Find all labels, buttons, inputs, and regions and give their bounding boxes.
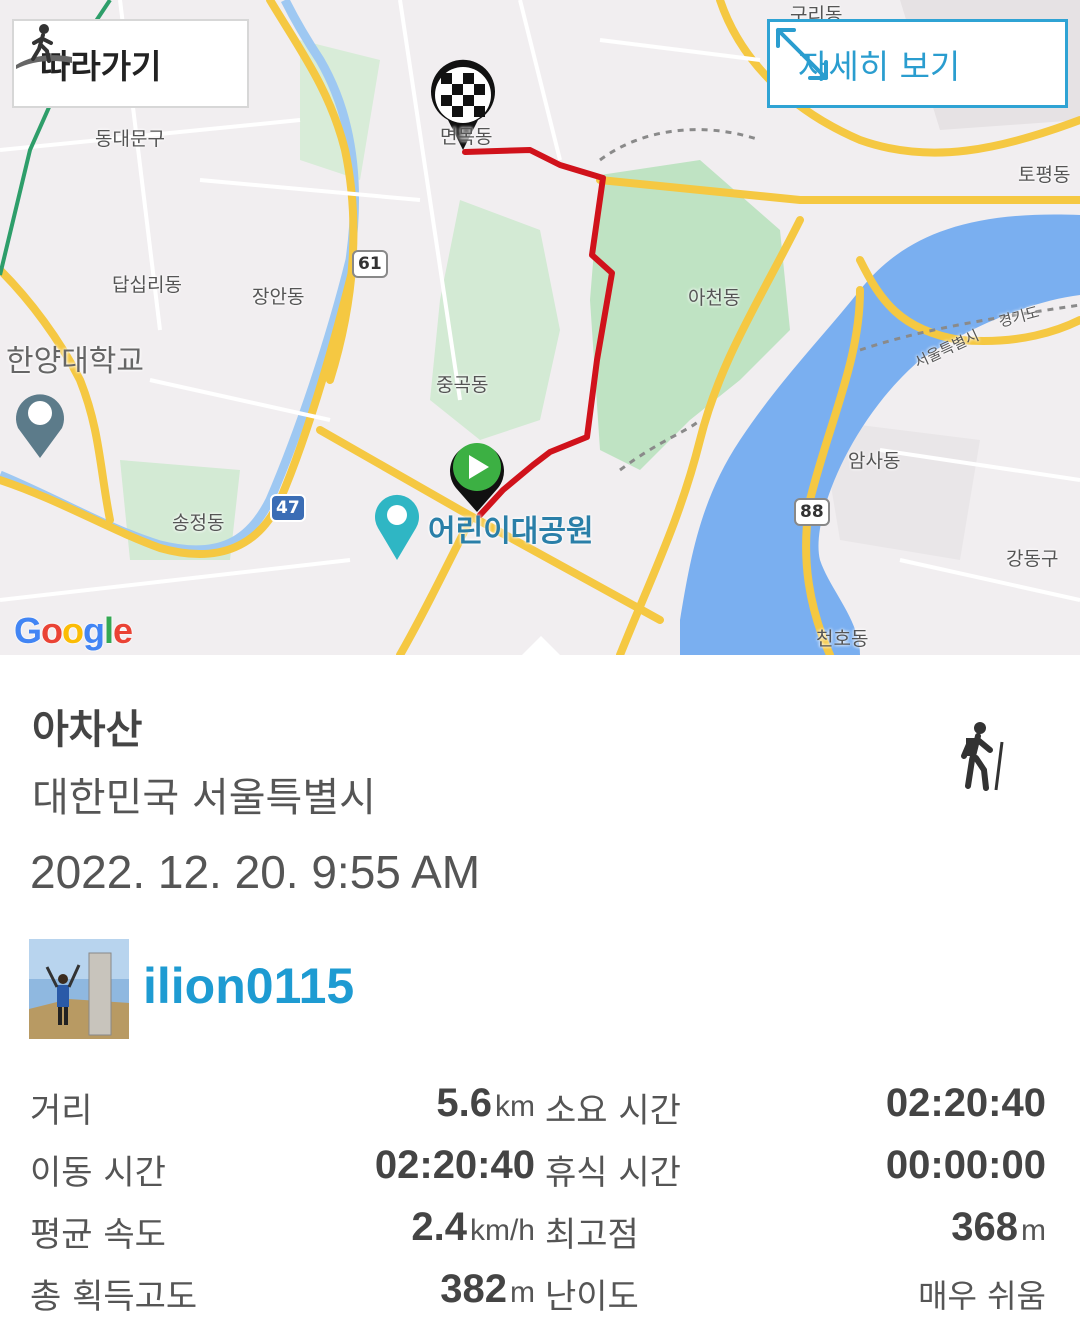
map-label-dapsimni: 답십리동 <box>112 274 182 296</box>
map-label-achon: 아천동 <box>688 287 741 309</box>
google-logo: Google <box>14 610 133 651</box>
stat-unit-secondary: m <box>1021 1214 1046 1247</box>
stat-label-secondary: 휴식 시간 <box>545 1153 681 1193</box>
stat-value-secondary: 368 m <box>951 1205 1046 1250</box>
follow-walker-icon <box>16 24 72 69</box>
stats-row: 이동 시간 02:20:40 휴식 시간 00:00:00 <box>0 1137 1080 1199</box>
stat-value-secondary-number: 매우 쉬움 <box>918 1277 1046 1315</box>
stat-value-number: 382 <box>440 1267 507 1311</box>
stat-unit: km/h <box>469 1214 535 1247</box>
map-label-topyeong: 토평동 <box>1018 164 1071 186</box>
stat-value: 2.4 km/h <box>411 1205 535 1250</box>
stat-label-secondary: 최고점 <box>545 1215 639 1255</box>
follow-button[interactable]: 따라가기 <box>12 19 249 108</box>
stat-value-number: 02:20:40 <box>374 1143 535 1187</box>
stat-label: 이동 시간 <box>30 1153 166 1193</box>
activity-title: 아차산 <box>32 707 143 753</box>
map-label-amsa: 암사동 <box>848 450 901 472</box>
park-pin-icon <box>375 494 420 560</box>
route-61-shield: 61 <box>352 250 388 278</box>
stat-label-secondary: 소요 시간 <box>545 1091 681 1131</box>
stat-value-secondary: 매우 쉬움 <box>918 1271 1046 1317</box>
map-label-myeonmok: 면목동 <box>440 126 493 148</box>
stat-label-secondary: 난이도 <box>545 1277 639 1317</box>
hiking-icon <box>961 722 1004 791</box>
activity-info-panel: 아차산 대한민국 서울특별시 2022. 12. 20. 9:55 AM ili… <box>0 655 1080 1339</box>
stats-row: 총 획득고도 382 m 난이도 매우 쉬움 <box>0 1261 1080 1323</box>
stat-label: 평균 속도 <box>30 1215 166 1255</box>
stats-row: 평균 속도 2.4 km/h 최고점 368 m <box>0 1199 1080 1261</box>
stat-value-secondary: 02:20:40 <box>886 1081 1046 1126</box>
stat-value: 02:20:40 <box>375 1143 535 1188</box>
stat-value-secondary-number: 02:20:40 <box>885 1081 1046 1125</box>
stat-value-number: 5.6 <box>436 1081 492 1125</box>
stat-unit: m <box>510 1276 535 1309</box>
avatar-photo <box>29 939 129 1039</box>
map-label-hanyang: 한양대학교 <box>6 344 144 379</box>
stats-table: 거리 5.6 km 소요 시간 02:20:40 이동 시간 02:20:40 휴식 시간 00… <box>0 1075 1080 1323</box>
stat-unit: km <box>495 1090 535 1123</box>
stat-value: 5.6 km <box>436 1081 535 1126</box>
map-label-cheonho: 천호동 <box>816 628 869 650</box>
user-avatar[interactable] <box>29 939 129 1039</box>
route-88-shield: 88 <box>794 498 830 526</box>
pointer-notch-icon <box>522 636 560 655</box>
stat-value-secondary-number: 368 <box>951 1205 1018 1249</box>
username-link[interactable]: ilion0115 <box>143 957 354 1015</box>
stat-value-secondary-number: 00:00:00 <box>885 1143 1046 1187</box>
expand-arrows-icon <box>776 28 828 80</box>
university-pin-icon <box>16 394 65 458</box>
map-label-park: 어린이대공원 <box>428 514 594 549</box>
route-47-shield: 47 <box>270 494 306 522</box>
activity-datetime: 2022. 12. 20. 9:55 AM <box>30 846 481 898</box>
map-label-seongsu: 송정동 <box>172 512 225 534</box>
stat-label: 거리 <box>30 1091 93 1131</box>
map-label-junggok: 중곡동 <box>436 374 489 396</box>
map-label-jangan: 장안동 <box>252 286 305 308</box>
stat-label: 총 획득고도 <box>30 1277 198 1317</box>
route-map[interactable]: 동대문구 답십리동 장안동 한양대학교 송정동 중곡동 아천동 암사동 강동구 … <box>0 0 1080 655</box>
expand-detail-button[interactable]: 자세히 보기 <box>767 19 1068 108</box>
stat-value-secondary: 00:00:00 <box>886 1143 1046 1188</box>
map-label-dongdaemun: 동대문구 <box>95 128 165 150</box>
stat-value: 382 m <box>440 1267 535 1312</box>
stats-row: 거리 5.6 km 소요 시간 02:20:40 <box>0 1075 1080 1137</box>
stat-value-number: 2.4 <box>411 1205 467 1249</box>
map-label-gangdong: 강동구 <box>1006 548 1059 570</box>
activity-region: 대한민국 서울특별시 <box>32 775 376 821</box>
